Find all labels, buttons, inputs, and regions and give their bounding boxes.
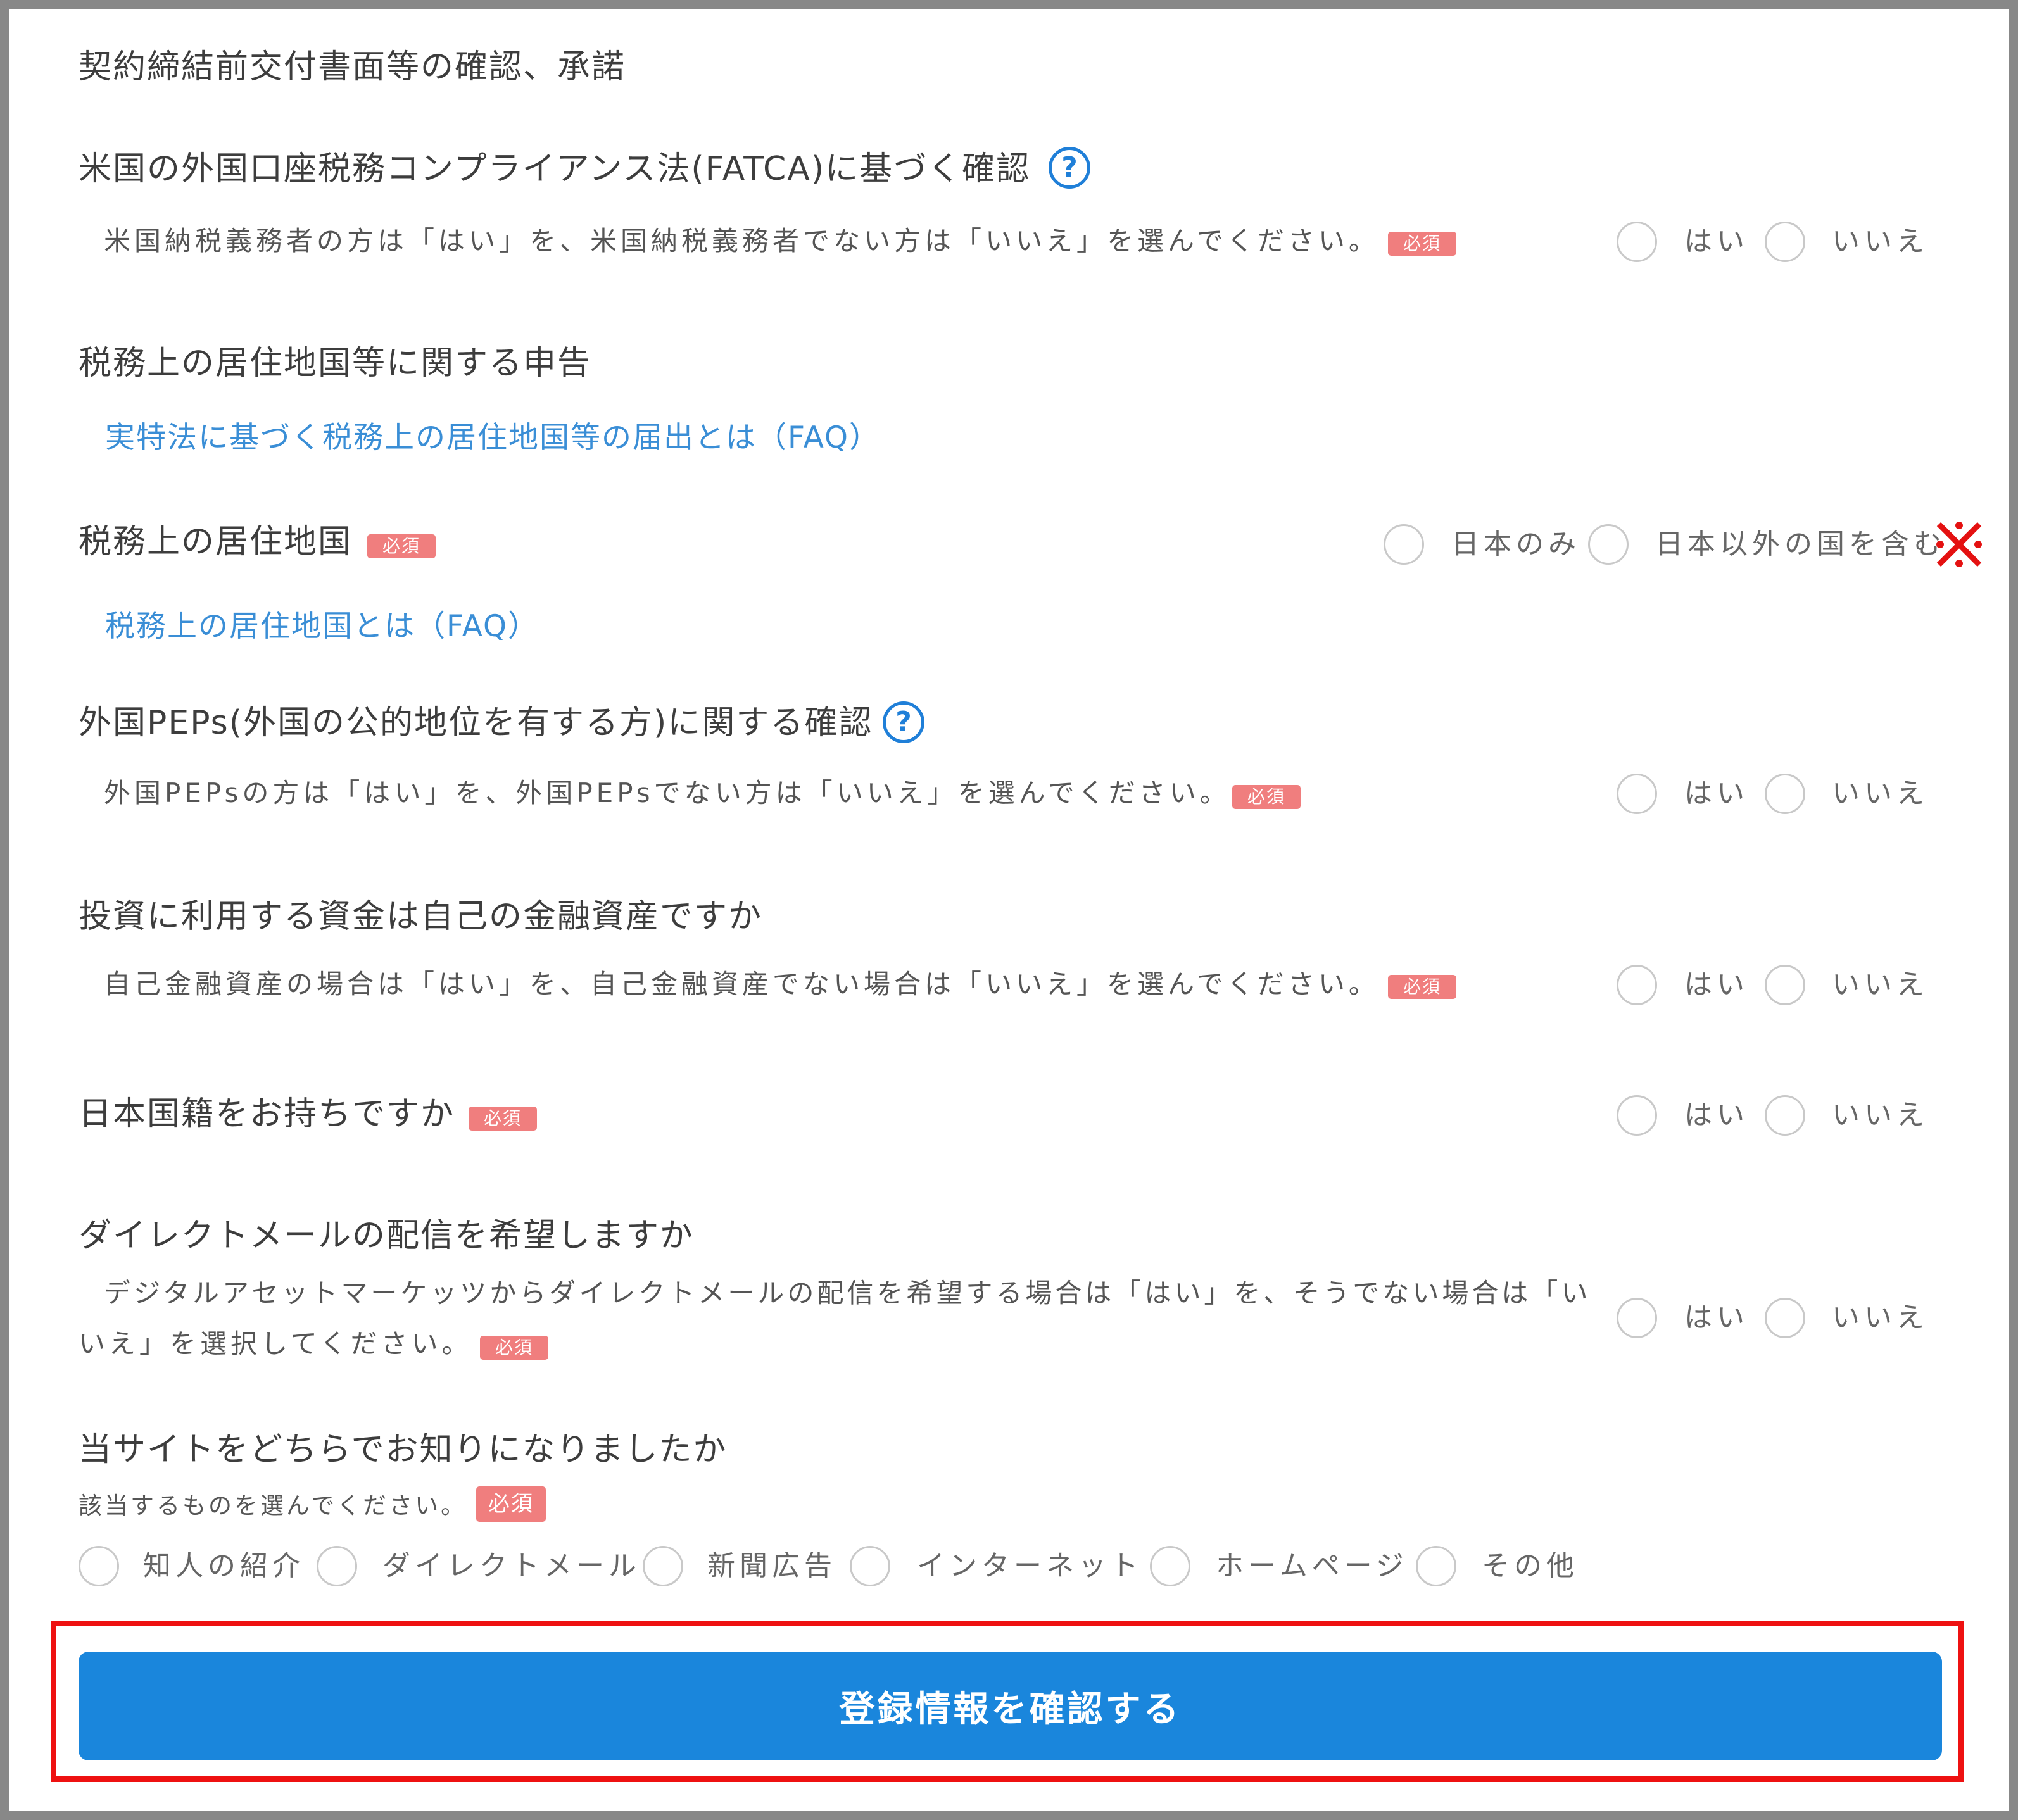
peps-yes-label[interactable]: はい — [1684, 780, 1749, 808]
reference-mark-icon — [1934, 519, 1984, 572]
tax-declaration-faq-link[interactable]: 実特法に基づく税務上の居住地国等の届出とは（FAQ） — [105, 423, 880, 453]
direct-mail-no-label[interactable]: いいえ — [1832, 1304, 1929, 1332]
nationality-no-label[interactable]: いいえ — [1832, 1101, 1929, 1129]
fatca-no-label[interactable]: いいえ — [1832, 228, 1929, 256]
nationality-title: 日本国籍をお持ちですか — [79, 1095, 455, 1133]
referral-direct-mail-radio[interactable] — [317, 1546, 357, 1586]
referral-other-label[interactable]: その他 — [1482, 1552, 1579, 1580]
referral-direct-mail-label[interactable]: ダイレクトメール — [382, 1552, 641, 1580]
referral-internet-radio[interactable] — [850, 1546, 890, 1586]
referral-acquaintance-label[interactable]: 知人の紹介 — [143, 1552, 305, 1580]
direct-mail-description-line2: いえ」を選択してください。 — [79, 1328, 472, 1359]
referral-acquaintance-radio[interactable] — [79, 1546, 119, 1586]
peps-title: 外国PEPs(外国の公的地位を有する方)に関する確認 — [79, 704, 873, 742]
tax-declaration-title: 税務上の居住地国等に関する申告 — [79, 344, 592, 382]
fatca-title: 米国の外国口座税務コンプライアンス法(FATCA)に基づく確認 — [79, 150, 1031, 188]
own-funds-yes-radio[interactable] — [1617, 965, 1657, 1005]
direct-mail-yes-label[interactable]: はい — [1684, 1304, 1749, 1332]
confirm-registration-button[interactable]: 登録情報を確認する — [79, 1652, 1942, 1760]
referral-title: 当サイトをどちらでお知りになりましたか — [79, 1431, 728, 1469]
peps-help-icon[interactable]: ? — [883, 701, 924, 743]
referral-required-badge: 必須 — [476, 1486, 546, 1522]
peps-yes-radio[interactable] — [1617, 774, 1657, 814]
peps-no-radio[interactable] — [1765, 774, 1805, 814]
direct-mail-description-line1: デジタルアセットマーケッツからダイレクトメールの配信を希望する場合は「はい」を、… — [104, 1277, 1591, 1309]
nationality-required-badge: 必須 — [469, 1107, 537, 1131]
fatca-required-badge: 必須 — [1388, 232, 1456, 256]
tax-residence-required-badge: 必須 — [367, 534, 436, 558]
direct-mail-no-radio[interactable] — [1765, 1298, 1805, 1338]
fatca-yes-radio[interactable] — [1617, 222, 1657, 262]
direct-mail-title: ダイレクトメールの配信を希望しますか — [79, 1217, 695, 1255]
tax-residence-japan-only-radio[interactable] — [1384, 524, 1424, 565]
consent-section-title: 契約締結前交付書面等の確認、承諾 — [79, 48, 626, 86]
fatca-help-icon[interactable]: ? — [1049, 147, 1090, 189]
referral-description: 該当するものを選んでください。 — [79, 1492, 467, 1519]
direct-mail-required-badge: 必須 — [480, 1336, 548, 1360]
referral-homepage-label[interactable]: ホームページ — [1216, 1552, 1408, 1580]
peps-no-label[interactable]: いいえ — [1832, 780, 1929, 808]
referral-newspaper-radio[interactable] — [643, 1546, 683, 1586]
peps-required-badge: 必須 — [1232, 785, 1301, 809]
referral-newspaper-label[interactable]: 新聞広告 — [707, 1552, 836, 1580]
own-funds-required-badge: 必須 — [1388, 975, 1456, 999]
fatca-description: 米国納税義務者の方は「はい」を、米国納税義務者でない方は「いいえ」を選んでくださ… — [104, 225, 1379, 256]
referral-homepage-radio[interactable] — [1150, 1546, 1190, 1586]
own-funds-no-label[interactable]: いいえ — [1832, 971, 1929, 999]
nationality-yes-label[interactable]: はい — [1684, 1101, 1749, 1129]
own-funds-yes-label[interactable]: はい — [1684, 971, 1749, 999]
tax-residence-japan-only-label[interactable]: 日本のみ — [1451, 530, 1580, 558]
tax-residence-including-other-radio[interactable] — [1588, 524, 1629, 565]
own-funds-title: 投資に利用する資金は自己の金融資産ですか — [79, 898, 763, 936]
own-funds-description: 自己金融資産の場合は「はい」を、自己金融資産でない場合は「いいえ」を選んでくださ… — [104, 969, 1379, 1000]
own-funds-no-radio[interactable] — [1765, 965, 1805, 1005]
nationality-no-radio[interactable] — [1765, 1095, 1805, 1136]
tax-residence-including-other-label[interactable]: 日本以外の国を含む — [1655, 530, 1946, 558]
fatca-yes-label[interactable]: はい — [1684, 228, 1749, 256]
peps-description: 外国PEPsの方は「はい」を、外国PEPsでない方は「いいえ」を選んでください。 — [104, 777, 1230, 808]
referral-internet-label[interactable]: インターネット — [917, 1552, 1143, 1580]
nationality-yes-radio[interactable] — [1617, 1095, 1657, 1136]
tax-residence-faq-link[interactable]: 税務上の居住地国とは（FAQ） — [105, 612, 539, 641]
tax-residence-title: 税務上の居住地国 — [79, 523, 353, 561]
referral-other-radio[interactable] — [1416, 1546, 1456, 1586]
direct-mail-yes-radio[interactable] — [1617, 1298, 1657, 1338]
fatca-no-radio[interactable] — [1765, 222, 1805, 262]
